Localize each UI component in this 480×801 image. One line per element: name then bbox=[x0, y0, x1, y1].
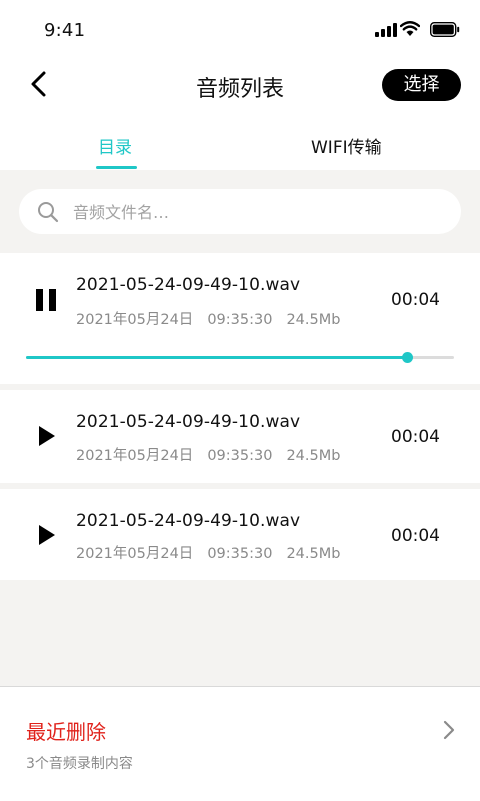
audio-file-row[interactable]: 2021-05-24-09-49-10.wav 2021年05月24日 09:35… bbox=[0, 390, 480, 483]
select-button[interactable]: 选择 bbox=[382, 69, 461, 101]
playback-progress-thumb[interactable] bbox=[401, 352, 413, 363]
file-size: 24.5Mb bbox=[286, 448, 341, 464]
pause-button[interactable] bbox=[34, 288, 58, 312]
file-time: 09:35:30 bbox=[207, 448, 273, 464]
chevron-left-icon bbox=[31, 71, 46, 97]
pause-icon bbox=[36, 289, 56, 311]
chevron-right-icon bbox=[443, 720, 455, 740]
playback-progress-bar[interactable] bbox=[26, 352, 454, 363]
file-meta: 2021年05月24日 09:35:30 24.5Mb bbox=[76, 308, 354, 329]
tab-wifi-transfer[interactable]: WIFI传输 bbox=[311, 133, 382, 158]
recently-deleted-title: 最近删除 bbox=[26, 720, 106, 744]
audio-file-row[interactable]: 2021-05-24-09-49-10.wav 2021年05月24日 09:35… bbox=[0, 253, 480, 384]
recently-deleted-entry[interactable]: 最近删除 3个音频录制内容 bbox=[0, 686, 480, 801]
file-size: 24.5Mb bbox=[286, 546, 341, 562]
playback-progress-fill bbox=[26, 356, 407, 359]
play-icon bbox=[39, 525, 55, 545]
play-button[interactable] bbox=[34, 523, 58, 547]
file-duration: 00:04 bbox=[391, 526, 440, 546]
file-name: 2021-05-24-09-49-10.wav bbox=[76, 275, 301, 295]
search-bar[interactable] bbox=[19, 189, 461, 236]
play-icon bbox=[39, 426, 55, 446]
file-date: 2021年05月24日 bbox=[76, 448, 194, 464]
audio-file-row[interactable]: 2021-05-24-09-49-10.wav 2021年05月24日 09:35… bbox=[0, 489, 480, 580]
battery-icon bbox=[430, 22, 460, 37]
file-meta: 2021年05月24日 09:35:30 24.5Mb bbox=[76, 542, 354, 563]
file-duration: 00:04 bbox=[391, 290, 440, 310]
file-size: 24.5Mb bbox=[286, 312, 341, 328]
file-time: 09:35:30 bbox=[207, 312, 273, 328]
status-time: 9:41 bbox=[44, 20, 86, 41]
search-input[interactable] bbox=[71, 189, 445, 236]
wifi-icon bbox=[400, 21, 420, 36]
file-meta: 2021年05月24日 09:35:30 24.5Mb bbox=[76, 444, 354, 465]
file-date: 2021年05月24日 bbox=[76, 546, 194, 562]
recently-deleted-count: 3个音频录制内容 bbox=[26, 756, 133, 772]
file-date: 2021年05月24日 bbox=[76, 312, 194, 328]
file-time: 09:35:30 bbox=[207, 546, 273, 562]
back-button[interactable] bbox=[26, 70, 54, 98]
file-name: 2021-05-24-09-49-10.wav bbox=[76, 412, 301, 432]
signal-icon bbox=[375, 23, 397, 37]
tab-catalog[interactable]: 目录 bbox=[98, 133, 132, 158]
file-duration: 00:04 bbox=[391, 427, 440, 447]
active-tab-indicator bbox=[96, 166, 137, 169]
play-button[interactable] bbox=[34, 424, 58, 448]
file-name: 2021-05-24-09-49-10.wav bbox=[76, 511, 301, 531]
search-icon bbox=[38, 202, 59, 223]
